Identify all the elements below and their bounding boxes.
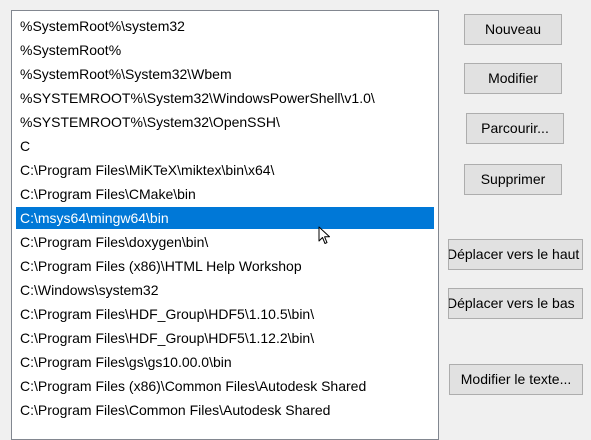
move-down-button-label: Déplacer vers le bas [448, 295, 575, 311]
path-list-item[interactable]: C [16, 135, 434, 157]
path-list-item[interactable]: C:\Program Files (x86)\HTML Help Worksho… [16, 255, 434, 277]
delete-button[interactable]: Supprimer [464, 164, 562, 195]
edit-text-button[interactable]: Modifier le texte... [449, 364, 583, 395]
path-list-item[interactable]: %SYSTEMROOT%\System32\OpenSSH\ [16, 111, 434, 133]
path-list-item[interactable]: %SYSTEMROOT%\System32\WindowsPowerShell\… [16, 87, 434, 109]
path-list-item[interactable]: %SystemRoot% [16, 39, 434, 61]
mouse-cursor-icon [318, 226, 330, 244]
browse-button[interactable]: Parcourir... [466, 113, 564, 144]
path-list-item[interactable]: C:\Program Files (x86)\Common Files\Auto… [16, 375, 434, 397]
path-list[interactable]: %SystemRoot%\system32 %SystemRoot% %Syst… [11, 10, 439, 440]
path-list-item[interactable]: %SystemRoot%\system32 [16, 15, 434, 37]
path-list-item[interactable]: %SystemRoot%\System32\Wbem [16, 63, 434, 85]
path-list-item[interactable]: C:\Program Files\HDF_Group\HDF5\1.12.2\b… [16, 327, 434, 349]
path-list-item[interactable]: C:\Windows\system32 [16, 279, 434, 301]
edit-button[interactable]: Modifier [464, 63, 562, 94]
path-list-item[interactable]: C:\Program Files\Common Files\Autodesk S… [16, 399, 434, 421]
move-down-button[interactable]: Déplacer vers le bas [448, 288, 583, 319]
path-list-item[interactable]: C:\Program Files\doxygen\bin\ [16, 231, 434, 253]
path-list-item[interactable]: C:\Program Files\MiKTeX\miktex\bin\x64\ [16, 159, 434, 181]
path-list-item[interactable]: C:\Program Files\HDF_Group\HDF5\1.10.5\b… [16, 303, 434, 325]
move-up-button[interactable]: Déplacer vers le haut [448, 239, 583, 270]
path-list-item[interactable]: C:\Program Files\CMake\bin [16, 183, 434, 205]
move-up-button-label: Déplacer vers le haut [448, 246, 580, 262]
path-list-item-selected[interactable]: C:\msys64\mingw64\bin [16, 207, 434, 229]
new-button[interactable]: Nouveau [464, 14, 562, 45]
path-list-item[interactable]: C:\Program Files\gs\gs10.00.0\bin [16, 351, 434, 373]
